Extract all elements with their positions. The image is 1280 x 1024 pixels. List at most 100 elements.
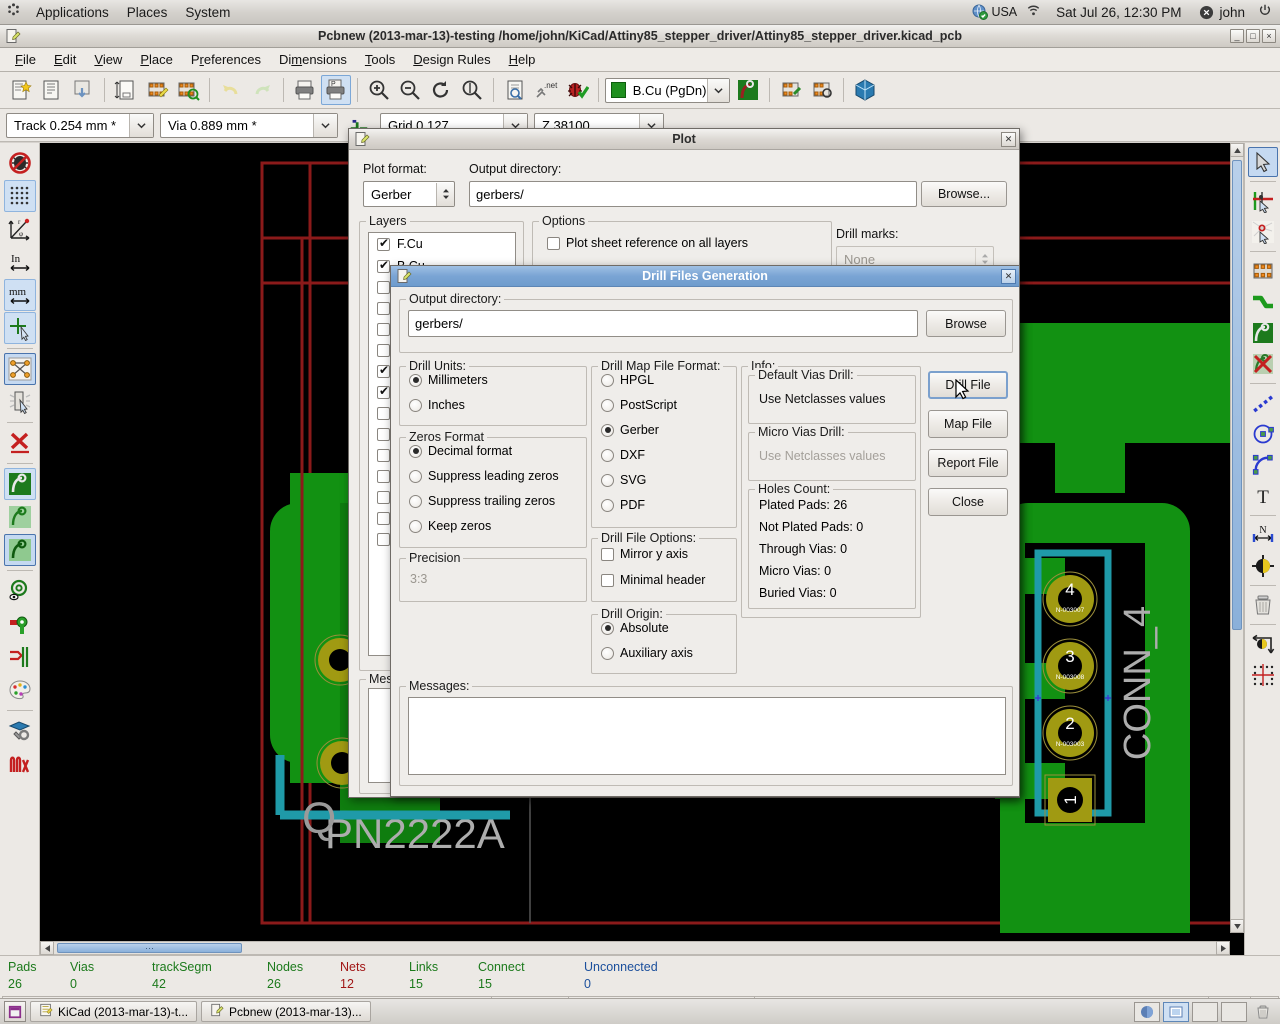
plot-layer-checkbox[interactable] <box>377 384 390 399</box>
radio-mark[interactable] <box>601 373 614 387</box>
plot-layer-checkbox[interactable] <box>377 281 390 294</box>
workspace-switcher-2[interactable] <box>1163 1001 1189 1022</box>
pads-sketch-icon[interactable] <box>4 575 36 607</box>
chevron-down-icon[interactable] <box>313 113 337 137</box>
add-text-icon[interactable]: T <box>1248 481 1278 511</box>
scroll-left-arrow[interactable] <box>40 941 54 955</box>
map-format-dxf-radio[interactable]: DXF <box>601 448 645 462</box>
find-icon[interactable] <box>500 75 530 105</box>
vertical-scroll-thumb[interactable] <box>1232 160 1242 630</box>
add-line-icon[interactable] <box>1248 388 1278 418</box>
delete-item-icon[interactable] <box>1248 590 1278 620</box>
plot-browse-button[interactable]: Browse... <box>921 181 1007 207</box>
zeros-decimal-radio[interactable]: Decimal format <box>409 444 512 458</box>
grid-display-icon[interactable] <box>3 180 36 212</box>
radio-mark[interactable] <box>409 398 422 412</box>
plot-layer-checkbox[interactable] <box>377 512 390 525</box>
spinner-arrows-icon[interactable] <box>436 182 454 206</box>
workspace-switcher-3[interactable] <box>1192 1001 1218 1022</box>
scroll-right-arrow[interactable] <box>1216 941 1230 955</box>
checkbox-mark[interactable] <box>547 236 560 250</box>
map-file-button[interactable]: Map File <box>928 410 1008 438</box>
drc-icon[interactable] <box>562 75 592 105</box>
minimal-header-checkbox[interactable]: Minimal header <box>601 573 705 587</box>
module-editor-icon[interactable] <box>4 715 36 747</box>
plot-layer-checkbox[interactable] <box>377 363 390 378</box>
show-zones-outline-icon[interactable] <box>4 501 36 533</box>
wifi-icon[interactable] <box>1020 0 1047 25</box>
open-schematic-icon[interactable] <box>142 75 172 105</box>
minimize-button[interactable]: _ <box>1230 29 1244 43</box>
map-format-svg-radio[interactable]: SVG <box>601 473 646 487</box>
trash-icon[interactable] <box>1250 1002 1276 1022</box>
open-board-icon[interactable] <box>37 75 67 105</box>
menu-edit[interactable]: Edit <box>45 50 85 69</box>
menu-place[interactable]: Place <box>131 50 182 69</box>
menu-design-rules[interactable]: Design Rules <box>404 50 499 69</box>
drill-units-millimeters-radio[interactable]: Millimeters <box>409 373 488 387</box>
menu-tools[interactable]: Tools <box>356 50 404 69</box>
polar-coords-icon[interactable]: rφ <box>4 213 36 245</box>
plot-layer-checkbox[interactable] <box>377 302 390 315</box>
radio-mark[interactable] <box>601 398 614 412</box>
layer-selector[interactable]: B.Cu (PgDn) <box>605 77 730 103</box>
page-settings-icon[interactable] <box>111 75 141 105</box>
delete-zone-icon[interactable] <box>1248 349 1278 379</box>
3d-viewer-icon[interactable] <box>850 75 880 105</box>
user-menu[interactable]: john <box>1190 0 1254 25</box>
high-contrast-icon[interactable] <box>4 748 36 780</box>
drc-cross-icon[interactable] <box>4 427 36 459</box>
radio-mark[interactable] <box>601 621 614 635</box>
show-desktop-button[interactable] <box>4 1001 26 1022</box>
select-cursor-icon[interactable] <box>1247 147 1278 177</box>
drill-files-generation-dialog[interactable]: Drill Files Generation ✕ Output director… <box>390 265 1020 797</box>
show-zones-icon[interactable] <box>3 468 36 500</box>
netlist-icon[interactable] <box>173 75 203 105</box>
workspace-switcher-1[interactable] <box>1134 1001 1160 1022</box>
cursor-shape-icon[interactable] <box>3 312 36 344</box>
tracks-sketch-icon[interactable] <box>4 641 36 673</box>
zoom-in-icon[interactable] <box>364 75 394 105</box>
print-icon[interactable] <box>290 75 320 105</box>
units-mm-icon[interactable]: mm <box>3 279 36 311</box>
grid-origin-icon[interactable] <box>1248 660 1278 690</box>
map-format-gerber-radio[interactable]: Gerber <box>601 423 659 437</box>
mirror-y-axis-checkbox[interactable]: Mirror y axis <box>601 547 688 561</box>
drc-off-icon[interactable] <box>4 147 36 179</box>
drill-file-button[interactable]: Drill File <box>928 371 1008 399</box>
plot-layer-checkbox[interactable] <box>377 344 390 357</box>
highlight-net-icon[interactable] <box>1248 186 1278 216</box>
plot-layer-checkbox[interactable] <box>377 470 390 483</box>
drill-units-inches-radio[interactable]: Inches <box>409 398 465 412</box>
taskbar-item-kicad[interactable]: KiCad (2013-mar-13)-t... <box>30 1001 198 1022</box>
radio-mark[interactable] <box>601 473 614 487</box>
plot-layer-checkbox[interactable] <box>377 428 390 441</box>
layers-palette-icon[interactable] <box>4 674 36 706</box>
plot-dialog-close-icon[interactable]: ✕ <box>1001 131 1016 147</box>
auto-route-icon[interactable] <box>733 75 763 105</box>
power-icon[interactable] <box>1254 0 1280 25</box>
clock[interactable]: Sat Jul 26, 12:30 PM <box>1047 0 1190 25</box>
zoom-redraw-icon[interactable] <box>426 75 456 105</box>
checkbox-mark[interactable] <box>601 547 614 561</box>
drill-dialog-close-icon[interactable]: ✕ <box>1001 268 1016 284</box>
plot-layer-checkbox[interactable] <box>377 236 390 251</box>
menu-applications[interactable]: Applications <box>27 0 118 25</box>
drill-output-dir-input[interactable]: gerbers/ <box>408 310 918 337</box>
menu-preferences[interactable]: Preferences <box>182 50 270 69</box>
menu-file[interactable]: File <box>6 50 45 69</box>
map-format-postscript-radio[interactable]: PostScript <box>601 398 677 412</box>
show-zones-fill-icon[interactable] <box>3 534 36 566</box>
scroll-up-arrow[interactable] <box>1230 143 1244 157</box>
radio-mark[interactable] <box>601 498 614 512</box>
checkbox-mark[interactable] <box>601 573 614 587</box>
close-button[interactable]: × <box>1262 29 1276 43</box>
radio-mark[interactable] <box>409 494 422 508</box>
new-board-icon[interactable] <box>6 75 36 105</box>
vias-sketch-icon[interactable] <box>4 608 36 640</box>
netlist-read-icon[interactable]: .net <box>531 75 561 105</box>
zeros-keep-radio[interactable]: Keep zeros <box>409 519 491 533</box>
scroll-down-arrow[interactable] <box>1230 919 1244 933</box>
report-file-button[interactable]: Report File <box>928 449 1008 477</box>
drill-origin-auxiliary-radio[interactable]: Auxiliary axis <box>601 646 693 660</box>
